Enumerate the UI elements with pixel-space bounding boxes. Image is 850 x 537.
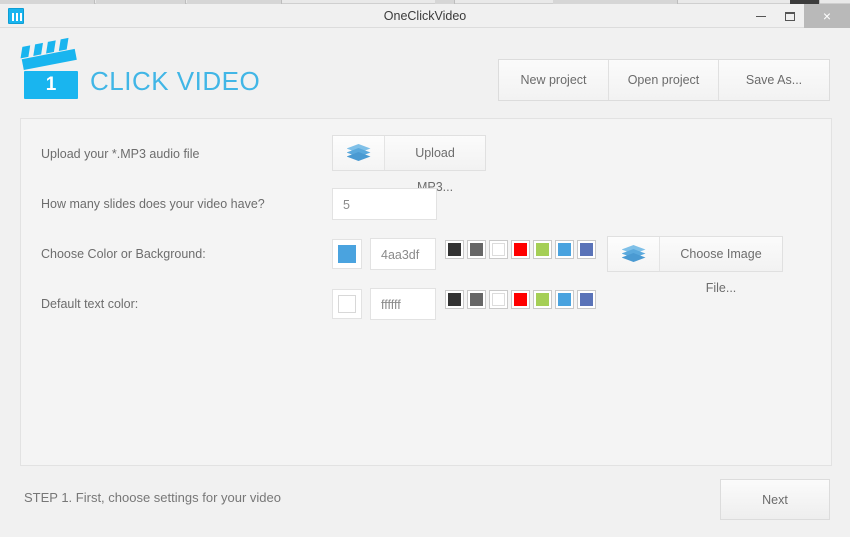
swatch-gray[interactable]	[467, 240, 486, 259]
choose-image-file-label[interactable]: Choose Image File...	[660, 237, 782, 295]
stack-icon[interactable]	[333, 136, 385, 170]
swatch-dark-gray[interactable]	[445, 240, 464, 259]
logo-badge-number: 1	[45, 74, 57, 95]
save-as-button[interactable]: Save As...	[719, 60, 829, 100]
clapperboard-stripe	[58, 37, 69, 51]
stack-icon-glyph	[346, 144, 371, 162]
minimize-button[interactable]	[746, 4, 775, 28]
swatch-white-fill	[492, 243, 505, 256]
swatch-slate-blue[interactable]	[577, 240, 596, 259]
open-project-button[interactable]: Open project	[609, 60, 719, 100]
swatch-green[interactable]	[533, 290, 552, 309]
swatch-slate-blue[interactable]	[577, 290, 596, 309]
background-color-swatch	[338, 245, 356, 263]
minimize-icon	[755, 15, 766, 17]
slide-count-input[interactable]: 5	[332, 188, 437, 220]
application-window: OneClickVideo × 1 CLICK VIDEO New projec…	[0, 0, 850, 537]
swatch-gray[interactable]	[467, 290, 486, 309]
maximize-icon	[784, 11, 795, 21]
title-bar: OneClickVideo ×	[0, 4, 850, 28]
text-color-label: Default text color:	[41, 297, 139, 311]
stack-icon-glyph	[621, 245, 646, 263]
choose-image-file-button[interactable]: Choose Image File...	[607, 236, 783, 295]
project-toolbar: New project Open project Save As...	[498, 59, 830, 101]
clapperboard-stripe	[46, 40, 56, 54]
footer-bar: STEP 1. First, choose settings for your …	[0, 466, 850, 537]
clapperboard-icon: 1	[20, 37, 80, 101]
swatch-red[interactable]	[511, 290, 530, 309]
clapperboard-top	[19, 37, 77, 71]
swatch-white[interactable]	[489, 240, 508, 259]
swatch-white-fill	[492, 293, 505, 306]
close-button[interactable]: ×	[804, 4, 850, 28]
clapperboard-body: 1	[24, 71, 78, 99]
swatch-red-fill	[514, 243, 527, 256]
maximize-button[interactable]	[775, 4, 804, 28]
next-button[interactable]: Next	[720, 479, 830, 520]
text-color-palette	[445, 290, 596, 309]
row-slide-count: How many slides does your video have? 5	[21, 179, 833, 229]
app-header: 1 CLICK VIDEO New project Open project S…	[0, 29, 850, 117]
swatch-dark-gray-fill	[448, 293, 461, 306]
new-project-button[interactable]: New project	[499, 60, 609, 100]
slide-count-label: How many slides does your video have?	[41, 197, 265, 211]
swatch-green-fill	[536, 243, 549, 256]
window-title: OneClickVideo	[383, 9, 467, 23]
swatch-white[interactable]	[489, 290, 508, 309]
background-color-label: Choose Color or Background:	[41, 247, 206, 261]
swatch-red-fill	[514, 293, 527, 306]
window-controls: ×	[746, 4, 850, 28]
clapperboard-stripe	[20, 45, 31, 59]
background-color-palette	[445, 240, 596, 259]
swatch-green[interactable]	[533, 240, 552, 259]
swatch-blue-fill	[558, 293, 571, 306]
swatch-gray-fill	[470, 243, 483, 256]
background-color-swatch-button[interactable]	[332, 239, 362, 269]
clapperboard-stripe	[33, 42, 43, 56]
swatch-blue[interactable]	[555, 290, 574, 309]
swatch-blue-fill	[558, 243, 571, 256]
stack-icon[interactable]	[608, 237, 660, 271]
swatch-red[interactable]	[511, 240, 530, 259]
upload-mp3-button[interactable]: Upload MP3...	[332, 135, 486, 194]
swatch-gray-fill	[470, 293, 483, 306]
settings-panel: Upload your *.MP3 audio file Upload MP3.…	[20, 118, 832, 466]
text-color-swatch	[338, 295, 356, 313]
swatch-slate-blue-fill	[580, 293, 593, 306]
swatch-slate-blue-fill	[580, 243, 593, 256]
row-upload-mp3: Upload your *.MP3 audio file Upload MP3.…	[21, 129, 833, 194]
row-background-color: Choose Color or Background: 4aa3df Choos…	[21, 229, 833, 295]
swatch-dark-gray-fill	[448, 243, 461, 256]
step-status-text: STEP 1. First, choose settings for your …	[24, 490, 281, 505]
swatch-blue[interactable]	[555, 240, 574, 259]
upload-mp3-label: Upload your *.MP3 audio file	[41, 147, 200, 161]
app-logo: 1 CLICK VIDEO	[20, 37, 261, 101]
swatch-green-fill	[536, 293, 549, 306]
text-color-swatch-button[interactable]	[332, 289, 362, 319]
upload-mp3-button-label[interactable]: Upload MP3...	[385, 136, 485, 194]
text-color-hex-input[interactable]: ffffff	[370, 288, 436, 320]
row-text-color: Default text color: ffffff	[21, 279, 833, 329]
logo-wordmark: CLICK VIDEO	[90, 66, 261, 96]
background-color-hex-input[interactable]: 4aa3df	[370, 238, 436, 270]
swatch-dark-gray[interactable]	[445, 290, 464, 309]
